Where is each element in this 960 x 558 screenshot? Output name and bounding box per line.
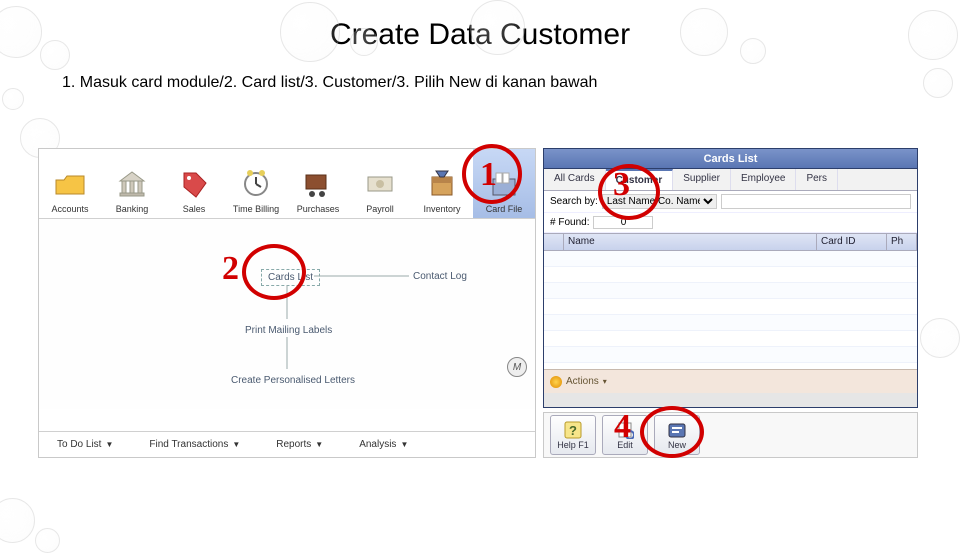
module-payroll[interactable]: Payroll (349, 149, 411, 218)
grid-header-phone[interactable]: Ph (887, 234, 917, 250)
table-row (544, 251, 917, 267)
tabs-row: All Cards Customer Supplier Employee Per… (544, 169, 917, 191)
right-bottom-buttons: ? Help F1 Edit New (543, 412, 918, 458)
tab-customer[interactable]: Customer (606, 169, 674, 190)
steps-text: 1. Masuk card module/2. Card list/3. Cus… (62, 74, 960, 92)
help-icon: ? (563, 421, 583, 439)
actions-bar[interactable]: Actions ▾ (544, 369, 917, 393)
module-label: Inventory (423, 204, 460, 214)
found-row: # Found: 0 (544, 213, 917, 233)
bottom-bar: To Do List▼ Find Transactions▼ Reports▼ … (39, 431, 535, 457)
grid-body (544, 251, 917, 369)
actions-icon (550, 376, 562, 388)
help-button[interactable]: ? Help F1 (550, 415, 596, 455)
module-toolbar: Accounts Banking Sales Time Billing Purc… (39, 149, 535, 219)
table-row (544, 347, 917, 363)
tab-all-cards[interactable]: All Cards (544, 169, 606, 190)
module-accounts[interactable]: Accounts (39, 149, 101, 218)
module-purchases[interactable]: Purchases (287, 149, 349, 218)
clock-icon (240, 166, 272, 202)
box-icon (426, 166, 458, 202)
search-input[interactable] (721, 194, 911, 209)
table-row (544, 267, 917, 283)
table-row (544, 283, 917, 299)
table-row (544, 315, 917, 331)
analysis-menu[interactable]: Analysis▼ (341, 439, 426, 450)
grid-header-name[interactable]: Name (564, 234, 817, 250)
bank-icon (116, 166, 148, 202)
sales-tag-icon (178, 166, 210, 202)
found-label: # Found: (550, 217, 589, 228)
module-inventory[interactable]: Inventory (411, 149, 473, 218)
app-main-window: Accounts Banking Sales Time Billing Purc… (38, 148, 536, 458)
module-label: Sales (183, 204, 206, 214)
find-transactions-menu[interactable]: Find Transactions▼ (131, 439, 258, 450)
tab-personal[interactable]: Pers (796, 169, 838, 190)
search-by-select[interactable]: Last Name/Co. Name (602, 194, 717, 209)
tab-employee[interactable]: Employee (731, 169, 796, 190)
cards-list-window: Cards List All Cards Customer Supplier E… (543, 148, 918, 408)
page-title: Create Data Customer (0, 18, 960, 52)
todo-list-menu[interactable]: To Do List▼ (39, 439, 131, 450)
screenshot-area: Accounts Banking Sales Time Billing Purc… (38, 148, 918, 458)
module-cardfile[interactable]: Card File (473, 149, 535, 218)
module-timebilling[interactable]: Time Billing (225, 149, 287, 218)
flowchart-area: Cards List Contact Log Print Mailing Lab… (39, 219, 535, 409)
table-row (544, 331, 917, 347)
module-label: Time Billing (233, 204, 279, 214)
flowchart-lines (39, 219, 537, 409)
module-banking[interactable]: Banking (101, 149, 163, 218)
grid-header-blank (544, 234, 564, 250)
m-badge-icon: M (507, 357, 527, 377)
search-by-label: Search by: (550, 196, 598, 207)
window-title: Cards List (544, 149, 917, 169)
tab-supplier[interactable]: Supplier (673, 169, 731, 190)
new-button[interactable]: New (654, 415, 700, 455)
module-label: Card File (486, 204, 523, 214)
reports-menu[interactable]: Reports▼ (258, 439, 341, 450)
chevron-down-icon: ▼ (400, 440, 408, 449)
cart-icon (302, 166, 334, 202)
svg-text:?: ? (569, 423, 577, 438)
grid-header: Name Card ID Ph (544, 233, 917, 251)
chevron-down-icon: ▼ (105, 440, 113, 449)
edit-button[interactable]: Edit (602, 415, 648, 455)
card-file-icon (488, 166, 520, 202)
module-label: Banking (116, 204, 149, 214)
found-value: 0 (593, 216, 653, 229)
chevron-down-icon: ▼ (232, 440, 240, 449)
folder-icon (54, 166, 86, 202)
grid-header-cardid[interactable]: Card ID (817, 234, 887, 250)
module-label: Purchases (297, 204, 340, 214)
module-label: Payroll (366, 204, 394, 214)
chevron-down-icon: ▼ (315, 440, 323, 449)
chevron-down-icon: ▾ (603, 377, 607, 386)
module-sales[interactable]: Sales (163, 149, 225, 218)
payroll-icon (364, 166, 396, 202)
new-icon (667, 421, 687, 439)
actions-label: Actions (566, 376, 599, 387)
search-row: Search by: Last Name/Co. Name (544, 191, 917, 213)
edit-icon (615, 421, 635, 439)
table-row (544, 299, 917, 315)
module-label: Accounts (51, 204, 88, 214)
